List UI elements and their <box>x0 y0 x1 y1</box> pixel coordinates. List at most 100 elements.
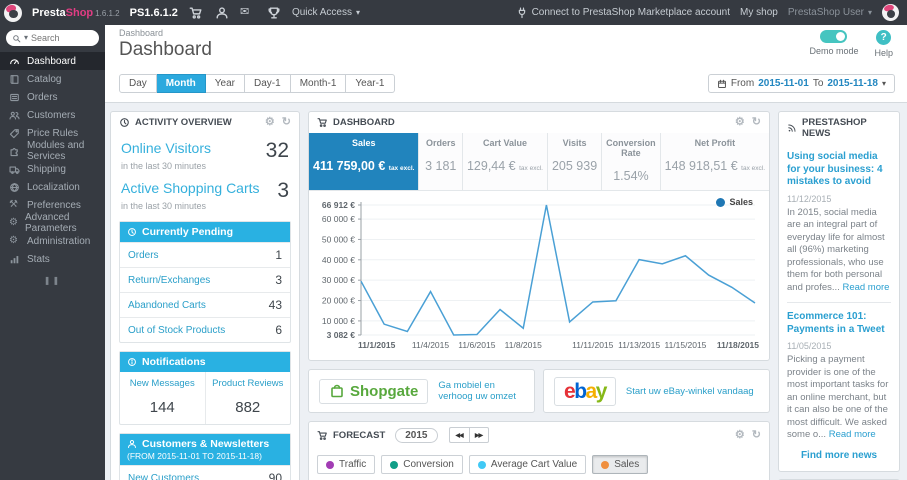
new-customers-row: New Customers 90 <box>120 465 290 480</box>
range-year-button[interactable]: Year <box>205 74 246 93</box>
range-month-1-button[interactable]: Month-1 <box>290 74 347 93</box>
news-article-title[interactable]: Using social media for your business: 4 … <box>787 151 891 189</box>
forecast-year-label: 2015 <box>395 427 438 443</box>
backward-icon[interactable]: ◀◀ <box>448 427 469 443</box>
my-shop-link[interactable]: My shop <box>740 7 778 18</box>
chevron-down-icon[interactable]: ▾ <box>24 34 28 42</box>
kpi-tab-net-profit[interactable]: Net Profit 148 918,51 € tax excl. <box>659 133 769 190</box>
refresh-icon[interactable]: ↻ <box>282 117 291 128</box>
forward-icon[interactable]: ▶▶ <box>468 427 489 443</box>
demo-mode-toggle[interactable] <box>820 30 848 43</box>
panel-title: DASHBOARD <box>333 117 395 128</box>
range-month-button[interactable]: Month <box>156 74 206 93</box>
svg-text:60 000 €: 60 000 € <box>322 214 355 224</box>
svg-text:10 000 €: 10 000 € <box>322 316 355 326</box>
sidebar-item-localization[interactable]: Localization <box>0 178 105 196</box>
legend-sales-button[interactable]: Sales <box>592 455 649 474</box>
help-icon[interactable]: ? <box>876 30 892 45</box>
kpi-tab-conversion-rate[interactable]: Conversion Rate 1.54% <box>601 133 660 190</box>
kpi-tabs: Sales 411 759,00 € tax excl. Orders 3 181 … <box>309 133 769 191</box>
chart-legend[interactable]: Sales <box>716 197 753 207</box>
ebay-ad: ebay Start uw eBay-winkel vandaag <box>543 369 770 413</box>
sidebar-item-orders[interactable]: Orders <box>0 88 105 106</box>
panel-title: PRESTASHOP NEWS <box>802 117 867 139</box>
shopgate-ad: Shopgate Ga mobiel en verhoog uw omzet <box>308 369 535 413</box>
kpi-tab-visits[interactable]: Visits 205 939 <box>546 133 602 190</box>
legend-average-cart-value-button[interactable]: Average Cart Value <box>468 455 587 474</box>
refresh-icon[interactable]: ↻ <box>752 117 761 128</box>
topbar: PrestaShop 1.6.1.2 PS1.6.1.2 ✉ Quick Acce… <box>0 0 907 25</box>
new-messages-cell: New Messages 144 <box>120 372 206 424</box>
online-visitors-link[interactable]: Online Visitors <box>121 140 211 156</box>
find-more-news-link[interactable]: Find more news <box>779 444 899 471</box>
user-menu[interactable]: PrestaShop User ▾ <box>788 7 872 18</box>
quick-access-menu[interactable]: Quick Access ▾ <box>292 7 360 18</box>
online-visitors-value: 32 <box>265 139 289 162</box>
news-article-body: Picking a payment provider is one of the… <box>787 354 889 441</box>
page-header: Dashboard Dashboard Demo mode ? Help <box>105 25 907 68</box>
sidebar-item-stats[interactable]: Stats <box>0 250 105 268</box>
news-article: Ecommerce 101: Payments in a Tweet 11/05… <box>787 311 891 442</box>
sidebar-search[interactable]: ▾ <box>6 30 99 46</box>
sidebar-collapse-handle[interactable]: ❚❚ <box>0 276 105 285</box>
gear-icon[interactable]: ⚙ <box>735 117 745 128</box>
ebay-link[interactable]: Start uw eBay-winkel vandaag <box>626 386 754 397</box>
svg-text:50 000 €: 50 000 € <box>322 234 355 244</box>
gear-icon[interactable]: ⚙ <box>735 429 745 441</box>
search-input[interactable] <box>31 33 84 43</box>
people-icon <box>9 110 20 121</box>
gear-icon[interactable]: ⚙ <box>265 117 275 128</box>
trophy-icon[interactable] <box>266 6 282 20</box>
date-range-picker[interactable]: From 2015-11-01 To 2015-11-18 ▾ <box>707 74 895 93</box>
active-carts-link[interactable]: Active Shopping Carts <box>121 180 260 196</box>
legend-dot <box>716 197 726 207</box>
calendar-icon <box>717 79 727 89</box>
range-day-button[interactable]: Day <box>119 74 157 93</box>
customer-icon[interactable] <box>214 6 230 20</box>
cogs-icon: ⚙ <box>9 217 18 228</box>
range-year-1-button[interactable]: Year-1 <box>346 74 395 93</box>
bar-chart-icon <box>9 254 20 265</box>
range-day-1-button[interactable]: Day-1 <box>245 74 291 93</box>
order-list-icon <box>9 92 20 103</box>
activity-overview-panel: ACTIVITY OVERVIEW ⚙ ↻ Online Visitors 32 i… <box>110 111 300 480</box>
sidebar-item-shipping[interactable]: Shipping <box>0 160 105 178</box>
svg-text:40 000 €: 40 000 € <box>322 255 355 265</box>
sidebar-item-customers[interactable]: Customers <box>0 106 105 124</box>
sidebar: ▾ Dashboard Catalog Orders Customers <box>0 25 105 480</box>
search-icon <box>12 34 21 43</box>
breadcrumb[interactable]: Dashboard <box>119 28 895 38</box>
messages-icon[interactable]: ✉ <box>240 7 256 18</box>
sidebar-nav: Dashboard Catalog Orders Customers Price… <box>0 52 105 268</box>
shopgate-link[interactable]: Ga mobiel en verhoog uw omzet <box>438 380 524 402</box>
shopgate-logo[interactable]: Shopgate <box>319 378 429 404</box>
ebay-logo[interactable]: ebay <box>554 376 616 406</box>
sidebar-item-administration[interactable]: ⚙ Administration <box>0 232 105 250</box>
gauge-icon <box>9 56 20 67</box>
sidebar-item-dashboard[interactable]: Dashboard <box>0 52 105 70</box>
rss-icon <box>787 123 797 133</box>
news-article-body: In 2015, social media are an integral pa… <box>787 206 890 293</box>
sidebar-item-catalog[interactable]: Catalog <box>0 70 105 88</box>
divider <box>787 302 891 304</box>
read-more-link[interactable]: Read more <box>842 282 889 293</box>
sidebar-item-advanced-parameters[interactable]: ⚙ Advanced Parameters <box>0 212 105 234</box>
refresh-icon[interactable]: ↻ <box>752 429 761 441</box>
svg-text:30 000 €: 30 000 € <box>322 275 355 285</box>
avatar[interactable] <box>882 4 899 21</box>
news-article-title[interactable]: Ecommerce 101: Payments in a Tweet <box>787 311 891 336</box>
marketplace-link[interactable]: Connect to PrestaShop Marketplace accoun… <box>516 7 730 19</box>
svg-text:11/15/2015: 11/15/2015 <box>665 340 707 350</box>
svg-text:11/1/2015: 11/1/2015 <box>358 340 396 350</box>
kpi-tab-cart-value[interactable]: Cart Value 129,44 € tax excl. <box>461 133 547 190</box>
cart-icon[interactable] <box>188 6 204 20</box>
legend-conversion-button[interactable]: Conversion <box>381 455 463 474</box>
chevron-down-icon: ▾ <box>881 78 886 88</box>
legend-traffic-button[interactable]: Traffic <box>317 455 376 474</box>
read-more-link[interactable]: Read more <box>829 429 876 440</box>
sales-line-chart: Sales 3 082 € 10 000 € 20 000 € 30 000 € 40 … <box>309 191 769 360</box>
pending-row-abandoned-carts: Abandoned Carts 43 <box>120 292 290 317</box>
kpi-tab-orders[interactable]: Orders 3 181 <box>418 133 462 190</box>
kpi-tab-sales[interactable]: Sales 411 759,00 € tax excl. <box>309 133 419 190</box>
sidebar-item-modules[interactable]: Modules and Services <box>0 140 105 162</box>
